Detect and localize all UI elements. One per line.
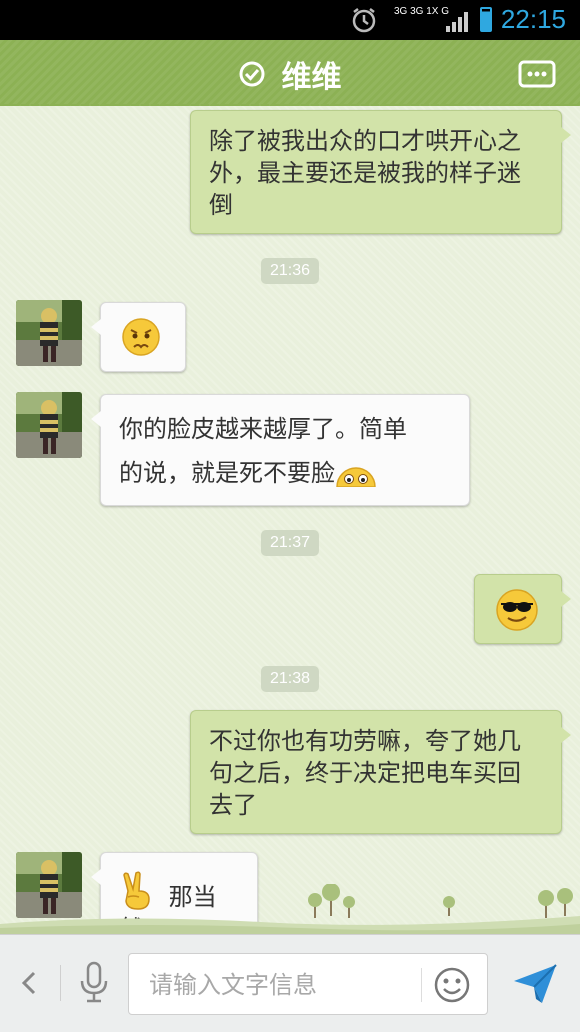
outgoing-message[interactable]: 除了被我出众的口才哄开心之外，最主要还是被我的样子迷倒 [190, 110, 571, 234]
microphone-icon[interactable] [78, 961, 110, 1005]
battery-icon [480, 7, 492, 32]
outgoing-message[interactable]: 不过你也有功劳嘛，夸了她几句之后，终于决定把电车买回去了 [190, 710, 571, 834]
input-bar [0, 934, 580, 1032]
message-input[interactable] [147, 968, 421, 1002]
chevron-left-icon[interactable] [18, 967, 40, 999]
chat-header: 维维 [0, 40, 580, 112]
timestamp: 21:37 [260, 530, 320, 556]
alarm-icon [352, 8, 376, 33]
worried-face-emoji [122, 318, 160, 356]
check-circle-icon [239, 61, 265, 87]
timestamp: 21:36 [260, 258, 320, 284]
message-text: 不过你也有功劳嘛，夸了她几句之后，终于决定把电车买回去了 [209, 727, 521, 819]
chat-area[interactable]: 除了被我出众的口才哄开心之外，最主要还是被我的样子迷倒 21:36 你的脸皮越来… [0, 106, 580, 943]
message-text: 除了被我出众的口才哄开心之外，最主要还是被我的样子迷倒 [209, 127, 521, 219]
divider [60, 965, 61, 1001]
more-options-icon[interactable] [518, 60, 556, 88]
message-input-field[interactable] [128, 953, 488, 1015]
outgoing-message[interactable] [474, 574, 571, 644]
avatar[interactable] [16, 392, 82, 458]
message-text-line: 你的脸皮越来越厚了。简单 [119, 415, 407, 443]
contact-name: 维维 [281, 60, 342, 95]
message-text-line: 的说，就是死不要脸 [119, 459, 335, 487]
incoming-message[interactable]: 你的脸皮越来越厚了。简单 的说，就是死不要脸 [91, 394, 470, 506]
smiley-icon[interactable] [433, 966, 471, 1004]
scenery-decoration [0, 884, 580, 934]
send-icon[interactable] [512, 963, 558, 1005]
avatar-photo [16, 300, 82, 366]
avatar[interactable] [16, 300, 82, 366]
status-clock: 22:15 [500, 4, 566, 34]
sunglasses-face-emoji [496, 589, 538, 631]
timestamp: 21:38 [260, 666, 320, 692]
peeking-face-emoji [336, 467, 376, 487]
avatar-photo [16, 392, 82, 458]
status-bar: 3G 3G 1X G 22:15 [0, 0, 580, 40]
incoming-message[interactable] [91, 302, 186, 372]
signal-icon [446, 12, 468, 32]
divider [421, 968, 422, 1002]
